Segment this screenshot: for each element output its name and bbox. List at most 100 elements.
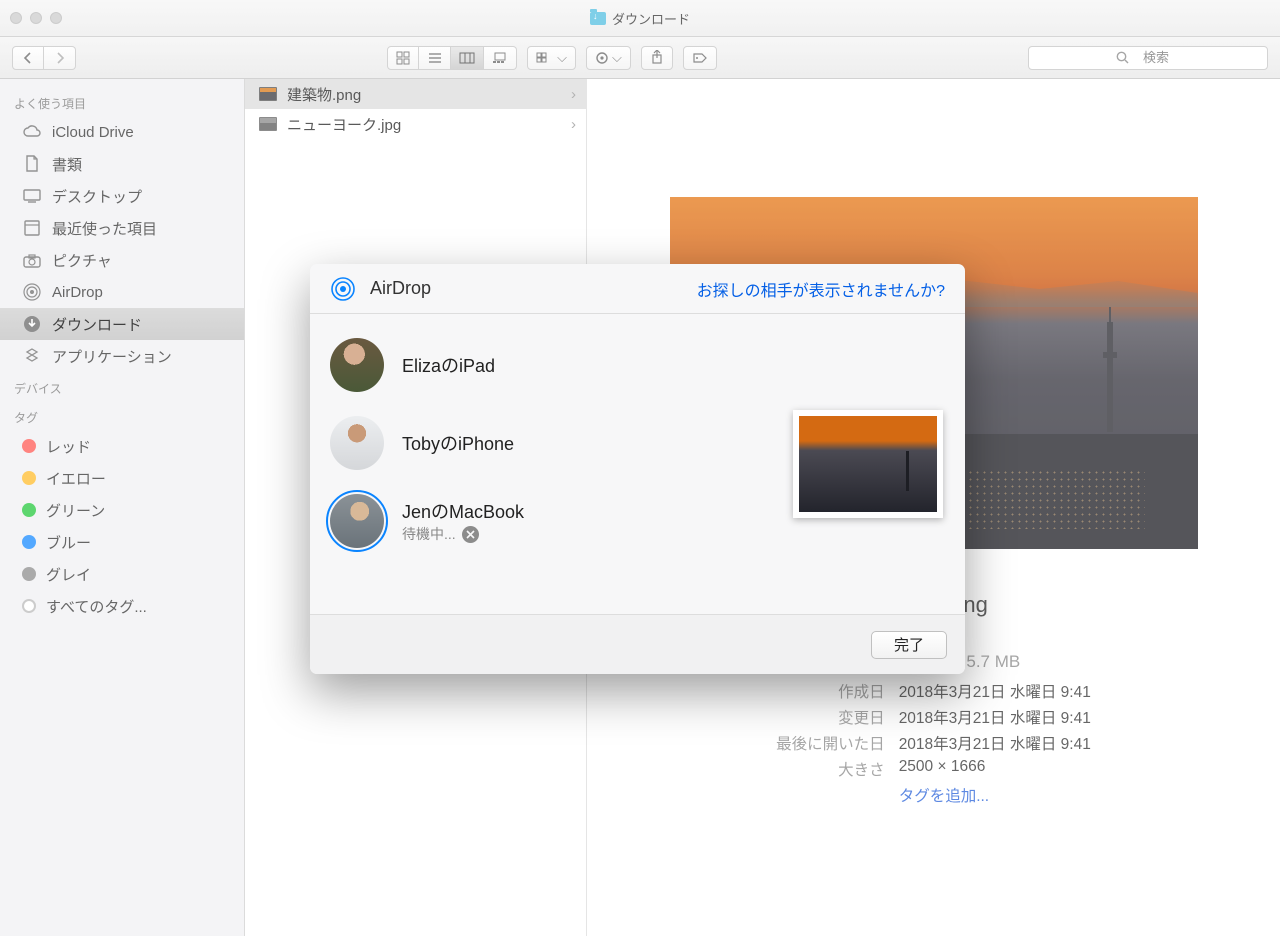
sheet-header: AirDrop お探しの相手が表示されませんか? <box>310 264 965 314</box>
tag-dot-icon <box>22 567 36 581</box>
tag-green[interactable]: グリーン <box>0 494 244 526</box>
sidebar-item-desktop[interactable]: デスクトップ <box>0 180 244 212</box>
share-button[interactable] <box>641 46 673 70</box>
preview-metadata: 作成日 2018年3月21日 水曜日 9:41 変更日 2018年3月21日 水… <box>776 680 1091 806</box>
tags-button[interactable] <box>683 46 717 70</box>
document-icon <box>22 154 42 174</box>
meta-value: 2018年3月21日 水曜日 9:41 <box>899 680 1091 702</box>
contact-status-row: 待機中... <box>402 524 524 544</box>
done-button[interactable]: 完了 <box>871 631 947 659</box>
window-controls <box>10 12 62 24</box>
file-row[interactable]: 建築物.png <box>245 79 586 109</box>
tag-label: グリーン <box>46 500 105 521</box>
sidebar-item-applications[interactable]: アプリケーション <box>0 340 244 372</box>
grid-icon <box>396 51 410 65</box>
close-icon <box>466 530 475 539</box>
tag-label: イエロー <box>46 468 106 489</box>
chevron-right-icon <box>55 52 65 64</box>
tag-red[interactable]: レッド <box>0 430 244 462</box>
desktop-icon <box>22 186 42 206</box>
sidebar-item-label: iCloud Drive <box>52 124 134 141</box>
action-button[interactable]: ⌵ <box>586 46 631 70</box>
cancel-transfer-button[interactable] <box>462 526 479 543</box>
add-tag-link[interactable]: タグを追加... <box>899 788 989 805</box>
icon-view-button[interactable] <box>387 46 419 70</box>
sidebar-item-label: ダウンロード <box>52 314 142 335</box>
meta-value: 2018年3月21日 水曜日 9:41 <box>899 732 1091 754</box>
tags-header: タグ <box>0 401 244 430</box>
devices-header: デバイス <box>0 372 244 401</box>
tag-gray[interactable]: グレイ <box>0 558 244 590</box>
zoom-dot[interactable] <box>50 12 62 24</box>
avatar <box>330 338 384 392</box>
avatar <box>330 416 384 470</box>
tag-label: すべてのタグ... <box>46 596 147 617</box>
contact-name: ElizaのiPad <box>402 352 495 378</box>
meta-key: 大きさ <box>776 758 885 780</box>
meta-key: 作成日 <box>776 680 885 702</box>
file-row[interactable]: ニューヨーク.jpg <box>245 109 586 139</box>
file-thumbnail-icon <box>259 117 277 131</box>
sidebar-item-icloud[interactable]: iCloud Drive <box>0 116 244 148</box>
columns-icon <box>459 52 475 64</box>
gallery-view-button[interactable] <box>484 46 517 70</box>
contact-status: 待機中... <box>402 524 456 544</box>
favorites-header: よく使う項目 <box>0 87 244 116</box>
sidebar-item-label: 最近使った項目 <box>52 218 157 239</box>
toolbar: ⌵ ⌵ <box>0 37 1280 79</box>
tag-label: ブルー <box>46 532 91 553</box>
meta-key: 最後に開いた日 <box>776 732 885 754</box>
airdrop-contact[interactable]: ElizaのiPad <box>318 326 762 404</box>
gear-icon <box>595 51 609 65</box>
back-button[interactable] <box>12 46 44 70</box>
sidebar-item-airdrop[interactable]: AirDrop <box>0 276 244 308</box>
tag-blue[interactable]: ブルー <box>0 526 244 558</box>
contact-name: TobyのiPhone <box>402 430 514 456</box>
cloud-icon <box>22 122 42 142</box>
close-dot[interactable] <box>10 12 22 24</box>
minimize-dot[interactable] <box>30 12 42 24</box>
search-input[interactable] <box>1028 46 1268 70</box>
arrange-icon <box>536 52 554 64</box>
tag-dot-icon <box>22 439 36 453</box>
sheet-title-area: AirDrop <box>330 276 431 302</box>
sidebar-item-documents[interactable]: 書類 <box>0 148 244 180</box>
sidebar-item-label: 書類 <box>52 154 82 175</box>
tag-all[interactable]: すべてのタグ... <box>0 590 244 622</box>
sidebar-item-label: ピクチャ <box>52 250 112 271</box>
tag-icon <box>692 52 708 64</box>
gallery-icon <box>492 52 508 64</box>
chevron-left-icon <box>23 52 33 64</box>
sidebar-item-label: AirDrop <box>52 284 103 301</box>
downloads-folder-icon <box>590 12 606 25</box>
sheet-help-link[interactable]: お探しの相手が表示されませんか? <box>697 277 945 301</box>
meta-value: 2500 × 1666 <box>899 758 1091 780</box>
airdrop-contact[interactable]: TobyのiPhone <box>318 404 762 482</box>
contact-name: JenのMacBook <box>402 498 524 524</box>
list-view-button[interactable] <box>419 46 451 70</box>
sidebar-item-pictures[interactable]: ピクチャ <box>0 244 244 276</box>
airdrop-icon <box>330 276 356 302</box>
sheet-footer: 完了 <box>310 614 965 674</box>
forward-button[interactable] <box>44 46 76 70</box>
recent-icon <box>22 218 42 238</box>
meta-key: 変更日 <box>776 706 885 728</box>
sidebar-item-downloads[interactable]: ダウンロード <box>0 308 244 340</box>
sidebar-item-label: デスクトップ <box>52 186 142 207</box>
tag-dot-icon <box>22 503 36 517</box>
tag-dot-icon <box>22 535 36 549</box>
file-name: 建築物.png <box>287 84 361 105</box>
tag-label: グレイ <box>46 564 91 585</box>
share-icon <box>651 50 663 65</box>
tag-yellow[interactable]: イエロー <box>0 462 244 494</box>
list-icon <box>428 52 442 64</box>
sidebar-item-recents[interactable]: 最近使った項目 <box>0 212 244 244</box>
airdrop-contact[interactable]: JenのMacBook 待機中... <box>318 482 762 560</box>
arrange-button[interactable]: ⌵ <box>527 46 576 70</box>
column-view-button[interactable] <box>451 46 484 70</box>
sheet-body: ElizaのiPad TobyのiPhone JenのMacBook 待機中..… <box>310 314 965 614</box>
tag-dot-icon <box>22 471 36 485</box>
airdrop-icon <box>22 282 42 302</box>
sidebar-item-label: アプリケーション <box>52 346 172 367</box>
tag-dot-icon <box>22 599 36 613</box>
